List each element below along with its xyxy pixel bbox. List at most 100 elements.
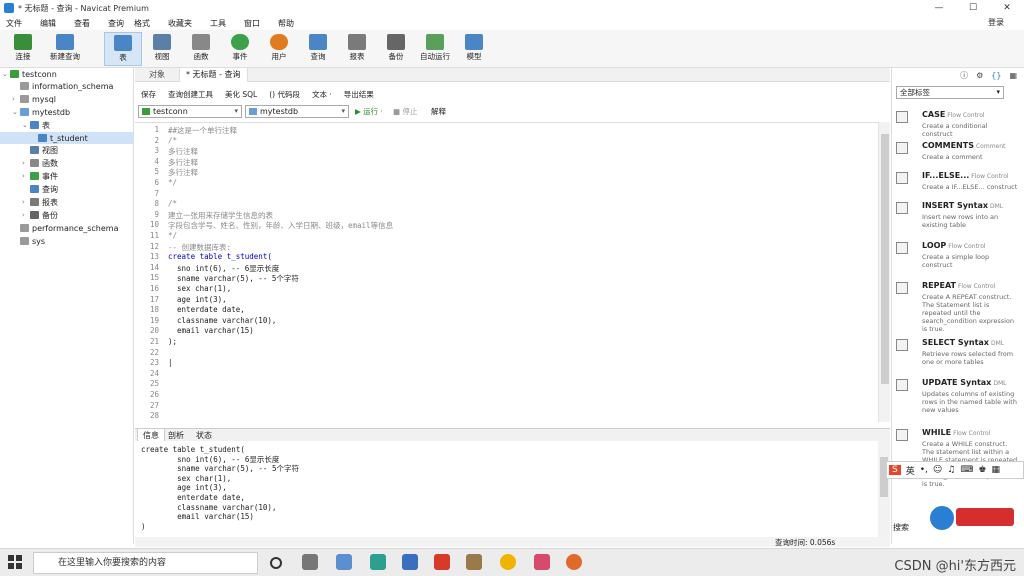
menu-help[interactable]: 帮助	[278, 18, 294, 29]
chevron-right-icon[interactable]: ›	[22, 211, 30, 219]
nav-item-reports[interactable]: › 报表	[22, 196, 134, 208]
nav-item-mysql[interactable]: › mysql	[12, 93, 134, 105]
save-button[interactable]: 保存	[141, 89, 156, 100]
toolbar-query-button[interactable]: 查询	[299, 32, 337, 66]
code-snippet-icon[interactable]: {}	[991, 71, 1001, 80]
menu-file[interactable]: 文件	[6, 18, 22, 29]
menu-tools[interactable]: 工具	[210, 18, 226, 29]
nav-item-backups[interactable]: › 备份	[22, 209, 134, 221]
code-line[interactable]: 字段包含学号、姓名、性别，年龄、入学日期、班级，email等信息	[168, 220, 393, 231]
nav-item-testconn[interactable]: ⌄ testconn	[2, 68, 134, 80]
menu-query[interactable]: 查询	[108, 18, 124, 29]
toolbar-table-button[interactable]: 表	[104, 32, 142, 66]
ime-language[interactable]: 英	[906, 464, 915, 477]
code-line[interactable]: sname varchar(5), -- 5个字符	[168, 273, 299, 284]
skin-icon[interactable]: ♚	[978, 465, 986, 475]
code-line[interactable]: age int(3),	[168, 295, 227, 304]
mic-icon[interactable]: ♫	[947, 465, 955, 475]
app-icon-2[interactable]	[370, 554, 386, 570]
code-line[interactable]: |	[168, 358, 173, 367]
promo-widget[interactable]	[930, 502, 1020, 532]
nav-item-performance-schema[interactable]: performance_schema	[12, 222, 134, 234]
navicat-taskbar-icon[interactable]	[566, 554, 582, 570]
app-icon-5[interactable]	[466, 554, 482, 570]
taskbar-search-input[interactable]: 在这里输入你要搜索的内容	[33, 552, 258, 574]
minimize-button[interactable]: —	[922, 0, 956, 16]
snippet-item[interactable]: WHILE Flow Control Create a WHILE construc…	[896, 428, 1021, 488]
menu-edit[interactable]: 编辑	[40, 18, 56, 29]
code-line[interactable]: */	[168, 231, 177, 240]
chevron-down-icon[interactable]: ⌄	[12, 108, 20, 116]
scrollbar-thumb[interactable]	[881, 134, 889, 384]
connection-select[interactable]: testconn ▾	[138, 105, 242, 118]
editor-scrollbar[interactable]	[878, 122, 890, 422]
sogou-icon[interactable]: S	[889, 465, 901, 475]
task-view-icon[interactable]	[302, 554, 318, 570]
settings-icon[interactable]: ⚙	[976, 71, 983, 80]
toolbar-view-button[interactable]: 视图	[143, 32, 181, 66]
code-line[interactable]: email varchar(15)	[168, 326, 254, 335]
nav-item-tables[interactable]: ⌄ 表	[22, 119, 134, 131]
code-line[interactable]: 多行注释	[168, 157, 198, 168]
snippet-item[interactable]: LOOP Flow Control Create a simple loop con…	[896, 241, 1021, 275]
close-button[interactable]: ✕	[990, 0, 1024, 16]
windows-start-icon[interactable]	[8, 555, 22, 569]
nav-item-views[interactable]: 视图	[22, 144, 134, 156]
chrome-icon[interactable]	[500, 554, 516, 570]
app-icon-1[interactable]	[336, 554, 352, 570]
nav-item-mytestdb[interactable]: ⌄ mytestdb	[12, 106, 134, 118]
toolbar-function-button[interactable]: 函数	[182, 32, 220, 66]
code-line[interactable]: 多行注释	[168, 146, 198, 157]
chevron-down-icon[interactable]: ⌄	[22, 121, 30, 129]
code-line[interactable]: sno int(6), -- 6显示长度	[168, 263, 279, 274]
nav-item-information-schema[interactable]: information_schema	[12, 80, 134, 92]
cortana-icon[interactable]	[270, 557, 282, 569]
snippet-filter-select[interactable]: 全部标签 ▾	[896, 86, 1004, 99]
toolbar-automation-button[interactable]: 自动运行	[416, 32, 454, 66]
sql-editor[interactable]: 1 ##这是一个单行注释 2 /* 3 多行注释 4 多行注释 5 多行注释 6 */ 7 8 /* 9 建立一…	[135, 122, 878, 422]
code-line[interactable]: create table t_student(	[168, 252, 272, 261]
code-line[interactable]: */	[168, 178, 177, 187]
menu-window[interactable]: 窗口	[244, 18, 260, 29]
toolbar-model-button[interactable]: 模型	[455, 32, 493, 66]
snippet-item[interactable]: CASE Flow Control Create a conditional con…	[896, 110, 1021, 144]
tab-untitled-query[interactable]: * 无标题 - 查询	[179, 68, 248, 82]
export-result-button[interactable]: 导出结果	[344, 89, 374, 100]
toolbar-backup-button[interactable]: 备份	[377, 32, 415, 66]
snippet-item[interactable]: IF...ELSE... Flow Control Create a IF...EL…	[896, 171, 1021, 205]
code-line[interactable]: ##这是一个单行注释	[168, 125, 237, 136]
snippet-item[interactable]: COMMENTS Comment Create a comment	[896, 141, 1021, 175]
chevron-right-icon[interactable]: ›	[22, 159, 30, 167]
toolbar-connect-button[interactable]: 连接	[4, 32, 42, 66]
menu-view[interactable]: 查看	[74, 18, 90, 29]
code-line[interactable]: -- 创建数据库表:	[168, 242, 231, 253]
code-line[interactable]: enterdate date,	[168, 305, 245, 314]
database-select[interactable]: mytestdb ▾	[245, 105, 349, 118]
code-line[interactable]: sex char(1),	[168, 284, 231, 293]
nav-item-sys[interactable]: sys	[12, 235, 134, 247]
snippet-item[interactable]: UPDATE Syntax DML Updates columns of exist…	[896, 378, 1021, 414]
code-line[interactable]: classname varchar(10),	[168, 316, 276, 325]
run-button[interactable]: ▶ 运行 ·	[355, 106, 383, 117]
tab-objects[interactable]: 对象	[143, 68, 171, 82]
chevron-right-icon[interactable]: ›	[12, 95, 20, 103]
stop-button[interactable]: ■ 停止	[393, 106, 417, 117]
info-scrollbar[interactable]	[878, 441, 890, 537]
toolbar-new-query-button[interactable]: 新建查询	[46, 32, 84, 66]
code-line[interactable]: );	[168, 337, 177, 346]
toolbar-report-button[interactable]: 报表	[338, 32, 376, 66]
code-line[interactable]: 建立一张用来存储学生信息的表	[168, 210, 273, 221]
login-link[interactable]: 登录	[988, 17, 1004, 28]
app-icon-4[interactable]	[434, 554, 450, 570]
nav-item-queries[interactable]: 查询	[22, 183, 134, 195]
nav-item-functions[interactable]: › 函数	[22, 157, 134, 169]
info-icon[interactable]: ⓘ	[960, 70, 968, 81]
menu-favorites[interactable]: 收藏夹	[168, 18, 192, 29]
snippet-search-label[interactable]: 搜索	[893, 522, 909, 533]
nav-item-events[interactable]: › 事件	[22, 170, 134, 182]
app-icon-3[interactable]	[402, 554, 418, 570]
nav-item-t-student[interactable]: t_student	[0, 132, 134, 144]
explain-button[interactable]: 解释	[431, 106, 446, 117]
toolbar-event-button[interactable]: 事件	[221, 32, 259, 66]
code-line[interactable]: /*	[168, 199, 177, 208]
